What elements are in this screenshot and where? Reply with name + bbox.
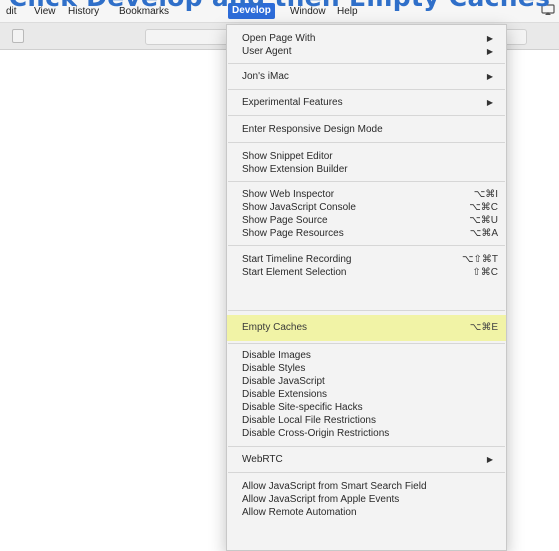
menu-item-js-console[interactable]: Show JavaScript Console ⌥⌘C bbox=[227, 201, 506, 214]
menu-item-disable-extensions[interactable]: Disable Extensions bbox=[227, 388, 506, 401]
menu-item-allow-js-smart-search[interactable]: Allow JavaScript from Smart Search Field bbox=[227, 480, 506, 493]
develop-menu: Open Page With ▶ User Agent ▶ Jon's iMac… bbox=[226, 24, 507, 551]
menu-item-empty-caches[interactable]: Empty Caches ⌥⌘E bbox=[227, 315, 506, 341]
menu-item-disable-site-hacks[interactable]: Disable Site-specific Hacks bbox=[227, 401, 506, 414]
menu-separator bbox=[228, 89, 505, 90]
menu-item-allow-js-apple-events[interactable]: Allow JavaScript from Apple Events bbox=[227, 493, 506, 506]
menu-item-disable-styles[interactable]: Disable Styles bbox=[227, 362, 506, 375]
menu-item-webrtc[interactable]: WebRTC ▶ bbox=[227, 453, 506, 466]
menu-item-page-resources[interactable]: Show Page Resources ⌥⌘A bbox=[227, 227, 506, 240]
submenu-arrow-icon: ▶ bbox=[486, 98, 493, 107]
menu-separator bbox=[228, 245, 505, 246]
menu-separator bbox=[228, 181, 505, 182]
menu-item-responsive-design[interactable]: Enter Responsive Design Mode bbox=[227, 123, 506, 136]
menu-separator bbox=[228, 63, 505, 64]
menu-item-page-source[interactable]: Show Page Source ⌥⌘U bbox=[227, 214, 506, 227]
menu-separator bbox=[228, 115, 505, 116]
menu-item-experimental-features[interactable]: Experimental Features ▶ bbox=[227, 96, 506, 109]
menu-item-user-agent[interactable]: User Agent ▶ bbox=[227, 45, 506, 58]
submenu-arrow-icon: ▶ bbox=[486, 455, 493, 464]
submenu-arrow-icon: ▶ bbox=[486, 34, 493, 43]
menu-item-web-inspector[interactable]: Show Web Inspector ⌥⌘I bbox=[227, 188, 506, 201]
submenu-arrow-icon: ▶ bbox=[486, 72, 493, 81]
tutorial-caption: Click Develop and then Empty Caches bbox=[0, 0, 559, 12]
menu-item-timeline-recording[interactable]: Start Timeline Recording ⌥⇧⌘T bbox=[227, 253, 506, 266]
menu-separator bbox=[228, 446, 505, 447]
menu-item-disable-images[interactable]: Disable Images bbox=[227, 349, 506, 362]
menu-item-disable-cross-origin-restrictions[interactable]: Disable Cross-Origin Restrictions bbox=[227, 427, 506, 440]
menu-item-allow-remote-automation[interactable]: Allow Remote Automation bbox=[227, 506, 506, 519]
menu-separator bbox=[228, 310, 505, 311]
menu-separator bbox=[228, 142, 505, 143]
submenu-arrow-icon: ▶ bbox=[486, 47, 493, 56]
menu-item-snippet-editor[interactable]: Show Snippet Editor bbox=[227, 150, 506, 163]
sidebar-toggle-button[interactable] bbox=[12, 29, 24, 43]
menu-item-disable-local-file-restrictions[interactable]: Disable Local File Restrictions bbox=[227, 414, 506, 427]
menu-item-disable-javascript[interactable]: Disable JavaScript bbox=[227, 375, 506, 388]
menu-separator bbox=[228, 343, 505, 344]
menu-item-open-page-with[interactable]: Open Page With ▶ bbox=[227, 32, 506, 45]
menu-item-extension-builder[interactable]: Show Extension Builder bbox=[227, 163, 506, 176]
menu-item-element-selection[interactable]: Start Element Selection ⇧⌘C bbox=[227, 266, 506, 279]
menu-separator bbox=[228, 472, 505, 473]
menu-item-device[interactable]: Jon's iMac ▶ bbox=[227, 70, 506, 83]
